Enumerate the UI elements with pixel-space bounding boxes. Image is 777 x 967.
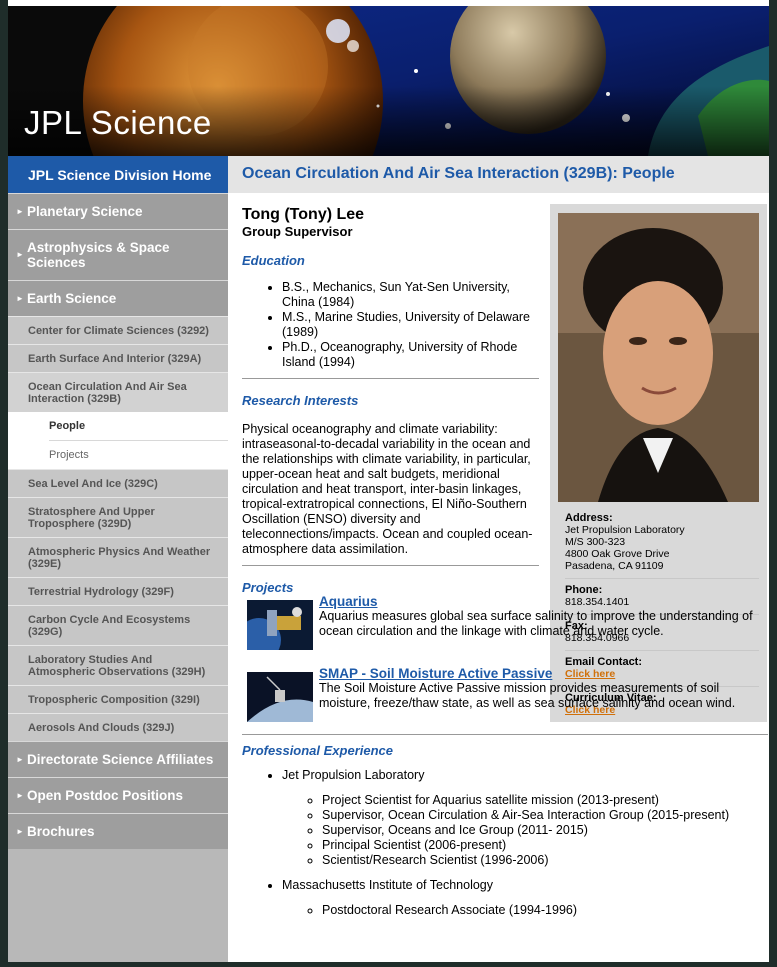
education-heading: Education xyxy=(242,253,305,268)
nav-people[interactable]: People xyxy=(49,412,228,441)
list-item: Supervisor, Oceans and Ice Group (2011- … xyxy=(322,823,768,838)
experience-org: Jet Propulsion Laboratory xyxy=(282,768,425,782)
research-text: Physical oceanography and climate variab… xyxy=(242,422,533,556)
nav-sub-329d[interactable]: Stratosphere And Upper Troposphere (329D… xyxy=(8,497,228,537)
nav-label: Open Postdoc Positions xyxy=(27,788,184,803)
aquarius-thumbnail[interactable] xyxy=(247,600,313,650)
projects-heading: Projects xyxy=(242,580,294,595)
nav-earth-science[interactable]: ► Earth Science xyxy=(8,280,228,316)
list-item: Ph.D., Oceanography, University of Rhode… xyxy=(282,340,539,370)
address-line: M/S 300-323 xyxy=(565,536,626,548)
project-description: The Soil Moisture Active Passive mission… xyxy=(319,681,736,710)
list-item: Jet Propulsion Laboratory Project Scient… xyxy=(282,768,768,868)
nav-label: Brochures xyxy=(27,824,95,839)
nav-sub-329g[interactable]: Carbon Cycle And Ecosystems (329G) xyxy=(8,605,228,645)
address-block: Address: Jet Propulsion Laboratory M/S 3… xyxy=(565,507,759,579)
research-heading: Research Interests xyxy=(242,393,359,408)
arrow-right-icon: ► xyxy=(16,754,24,764)
list-item: Supervisor, Ocean Circulation & Air-Sea … xyxy=(322,808,768,823)
nav-planetary-science[interactable]: ► Planetary Science xyxy=(8,193,228,229)
nav-label: Directorate Science Affiliates xyxy=(27,752,214,767)
arrow-right-icon: ► xyxy=(16,826,24,836)
address-line: Jet Propulsion Laboratory xyxy=(565,524,685,536)
list-item: Massachusetts Institute of Technology Po… xyxy=(282,878,768,918)
page: JPL Science JPL Science Division Home ► … xyxy=(8,0,769,962)
divider xyxy=(242,734,768,735)
nav-postdoc-positions[interactable]: ► Open Postdoc Positions xyxy=(8,777,228,813)
person-role: Group Supervisor xyxy=(242,224,353,239)
address-label: Address: xyxy=(565,512,613,524)
main-content: Ocean Circulation And Air Sea Interactio… xyxy=(228,156,769,962)
person-name: Tong (Tony) Lee xyxy=(242,206,365,223)
list-item: Postdoctoral Research Associate (1994-19… xyxy=(322,903,768,918)
page-title: Ocean Circulation And Air Sea Interactio… xyxy=(228,156,769,193)
nav-label: Astrophysics & Space Sciences xyxy=(27,240,170,270)
sidebar-nav: JPL Science Division Home ► Planetary Sc… xyxy=(8,156,228,962)
project-item: Aquarius Aquarius measures global sea su… xyxy=(242,594,768,652)
project-description: Aquarius measures global sea surface sal… xyxy=(319,609,753,638)
list-item: B.S., Mechanics, Sun Yat-Sen University,… xyxy=(282,280,539,310)
arrow-right-icon: ► xyxy=(16,206,24,216)
divider xyxy=(242,378,539,379)
nav-projects[interactable]: Projects xyxy=(49,441,228,469)
nav-sub-329h[interactable]: Laboratory Studies And Atmospheric Obser… xyxy=(8,645,228,685)
person-photo xyxy=(558,213,759,502)
banner: JPL Science xyxy=(8,6,769,156)
nav-label: Earth Science xyxy=(27,291,117,306)
nav-directorate-affiliates[interactable]: ► Directorate Science Affiliates xyxy=(8,741,228,777)
arrow-right-icon: ► xyxy=(16,293,24,303)
arrow-right-icon: ► xyxy=(16,790,24,800)
list-item: Principal Scientist (2006-present) xyxy=(322,838,768,853)
experience-list: Jet Propulsion Laboratory Project Scient… xyxy=(242,768,768,918)
address-line: Pasadena, CA 91109 xyxy=(565,560,664,572)
list-item: Scientist/Research Scientist (1996-2006) xyxy=(322,853,768,868)
nav-home-link[interactable]: JPL Science Division Home xyxy=(8,156,228,193)
nav-sub-329f[interactable]: Terrestrial Hydrology (329F) xyxy=(8,577,228,605)
portrait-image xyxy=(558,213,759,502)
project-title-link[interactable]: SMAP - Soil Moisture Active Passive xyxy=(242,666,768,681)
project-title-link[interactable]: Aquarius xyxy=(242,594,768,609)
list-item: Project Scientist for Aquarius satellite… xyxy=(322,793,768,808)
experience-org: Massachusetts Institute of Technology xyxy=(282,878,493,892)
address-line: 4800 Oak Grove Drive xyxy=(565,548,670,560)
arrow-right-icon: ► xyxy=(16,250,24,259)
nav-sub-329e[interactable]: Atmospheric Physics And Weather (329E) xyxy=(8,537,228,577)
nav-subsub-group: People Projects xyxy=(8,412,228,469)
list-item: M.S., Marine Studies, University of Dela… xyxy=(282,310,539,340)
projects-list: Aquarius Aquarius measures global sea su… xyxy=(242,594,768,928)
profile-column: Tong (Tony) Lee Group Supervisor Educati… xyxy=(242,206,539,595)
education-list: B.S., Mechanics, Sun Yat-Sen University,… xyxy=(242,280,539,370)
nav-astrophysics[interactable]: ► Astrophysics & Space Sciences xyxy=(8,229,228,280)
divider xyxy=(242,565,539,566)
nav-label: Planetary Science xyxy=(27,204,143,219)
nav-sub-329j[interactable]: Aerosols And Clouds (329J) xyxy=(8,713,228,741)
nav-sub-329a[interactable]: Earth Surface And Interior (329A) xyxy=(8,344,228,372)
banner-title: JPL Science xyxy=(24,104,212,141)
experience-heading: Professional Experience xyxy=(242,743,394,758)
project-item: SMAP - Soil Moisture Active Passive The … xyxy=(242,666,768,724)
nav-sub-329i[interactable]: Tropospheric Composition (329I) xyxy=(8,685,228,713)
smap-thumbnail[interactable] xyxy=(247,672,313,722)
nav-sub-3292[interactable]: Center for Climate Sciences (3292) xyxy=(8,316,228,344)
nav-sub-329b[interactable]: Ocean Circulation And Air Sea Interactio… xyxy=(8,372,228,412)
nav-sub-329c[interactable]: Sea Level And Ice (329C) xyxy=(8,469,228,497)
nav-brochures[interactable]: ► Brochures xyxy=(8,813,228,849)
